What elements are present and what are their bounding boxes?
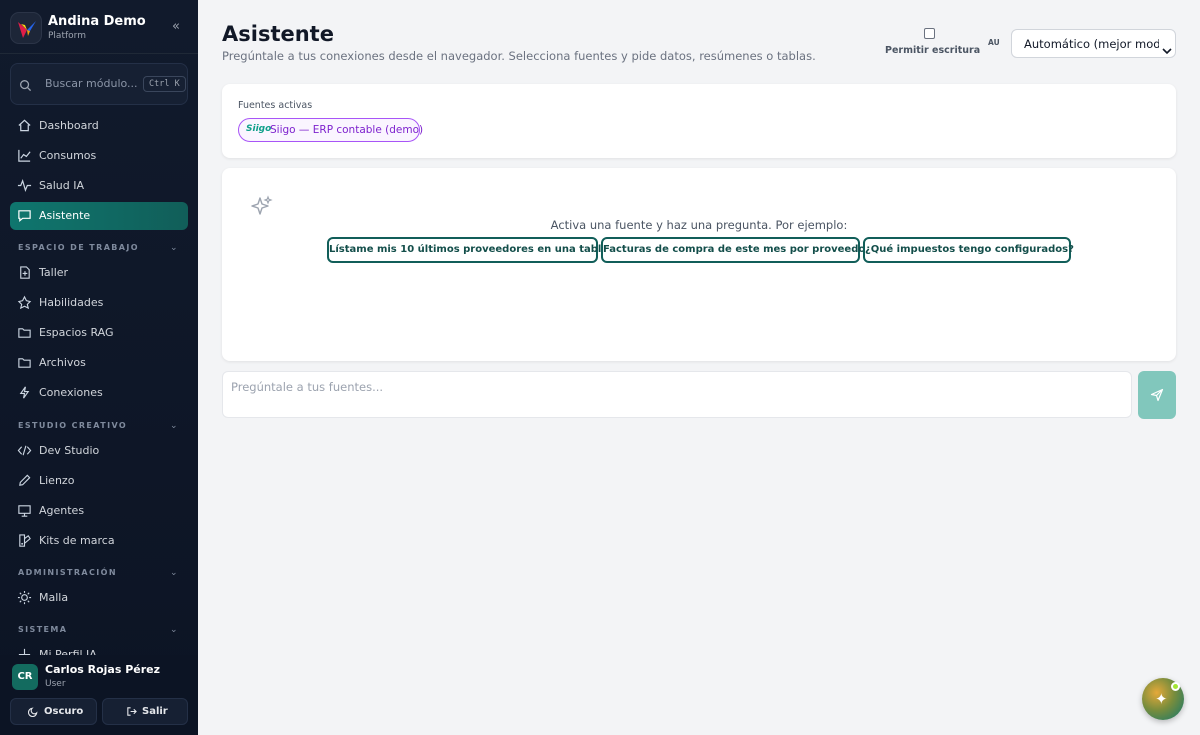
- section-title-administracion: ADMINISTRACIÓN: [18, 568, 117, 577]
- chevron-down-icon[interactable]: ⌄: [170, 625, 178, 635]
- folder-icon: [17, 325, 33, 341]
- sidebar-item-dashboard[interactable]: Dashboard: [10, 112, 188, 140]
- sidebar-item-agentes[interactable]: Agentes: [10, 497, 188, 525]
- sidebar-item-habilidades[interactable]: Habilidades: [10, 289, 188, 317]
- send-button[interactable]: [1138, 371, 1176, 419]
- active-sources-card: Fuentes activas Siigo Siigo — ERP contab…: [222, 84, 1176, 158]
- sidebar-item-label: Conexiones: [39, 386, 103, 399]
- sidebar-item-label: Dashboard: [39, 119, 99, 132]
- chat-area: Activa una fuente y haz una pregunta. Po…: [222, 168, 1176, 361]
- chevron-down-icon[interactable]: ⌄: [170, 243, 178, 253]
- brand-kit-icon: [17, 533, 33, 549]
- sparkle-icon: ✦: [1155, 690, 1168, 708]
- search-icon: [19, 77, 32, 96]
- user-role: User: [45, 679, 66, 689]
- model-select[interactable]: Automático (mejor modelo): [1011, 29, 1176, 58]
- ai-assistant-fab[interactable]: ✦: [1142, 678, 1184, 720]
- search-placeholder: Buscar módulo...: [45, 77, 138, 90]
- chevron-down-icon: [1162, 40, 1172, 57]
- sidebar-item-label: Dev Studio: [39, 444, 100, 457]
- collapse-sidebar-icon[interactable]: «: [168, 19, 184, 35]
- page-title: Asistente: [222, 22, 334, 46]
- module-search[interactable]: Buscar módulo... Ctrl K: [10, 63, 188, 105]
- model-select-value: Automático (mejor modelo): [1024, 37, 1159, 51]
- au-label: AU: [988, 38, 1000, 47]
- sidebar: Andina Demo Platform « Buscar módulo... …: [0, 0, 198, 735]
- chevron-down-icon[interactable]: ⌄: [170, 421, 178, 431]
- dark-mode-button[interactable]: Oscuro: [10, 698, 97, 725]
- sidebar-item-label: Espacios RAG: [39, 326, 114, 339]
- chat-icon: [17, 208, 33, 224]
- empty-state-prompt: Activa una fuente y haz una pregunta. Po…: [550, 218, 848, 232]
- sidebar-item-asistente[interactable]: Asistente: [10, 202, 188, 230]
- user-panel: CR Carlos Rojas Pérez User Oscuro Salir: [0, 655, 198, 735]
- allow-write-checkbox[interactable]: [924, 28, 935, 39]
- pencil-icon: [17, 473, 33, 489]
- chart-line-icon: [17, 148, 33, 164]
- sidebar-item-consumos[interactable]: Consumos: [10, 142, 188, 170]
- search-shortcut: Ctrl K: [143, 76, 186, 92]
- sidebar-item-label: Archivos: [39, 356, 86, 369]
- sidebar-item-archivos[interactable]: Archivos: [10, 349, 188, 377]
- logout-button[interactable]: Salir: [102, 698, 188, 725]
- folder-icon: [17, 355, 33, 371]
- message-input[interactable]: [223, 372, 1131, 402]
- puzzle-icon: [17, 295, 33, 311]
- online-status-dot: [1171, 682, 1180, 691]
- sidebar-item-taller[interactable]: Taller: [10, 259, 188, 287]
- moon-icon: [28, 706, 39, 720]
- sidebar-item-dev-studio[interactable]: Dev Studio: [10, 437, 188, 465]
- siigo-logo: Siigo: [246, 124, 272, 134]
- code-icon: [17, 443, 33, 459]
- brand-title: Andina Demo: [48, 14, 146, 29]
- sidebar-item-salud-ia[interactable]: Salud IA: [10, 172, 188, 200]
- pulse-icon: [17, 178, 33, 194]
- sidebar-item-label: Salud IA: [39, 179, 84, 192]
- source-chip-siigo[interactable]: Siigo Siigo — ERP contable (demo): [238, 118, 424, 142]
- active-sources-title: Fuentes activas: [238, 100, 313, 111]
- dark-mode-label: Oscuro: [44, 706, 84, 717]
- sidebar-item-malla[interactable]: Malla: [10, 584, 188, 612]
- sidebar-item-label: Kits de marca: [39, 534, 115, 547]
- sidebar-divider: [0, 53, 198, 54]
- user-name: Carlos Rojas Pérez: [45, 663, 161, 676]
- sidebar-item-label: Asistente: [39, 209, 91, 222]
- sidebar-item-kits-de-marca[interactable]: Kits de marca: [10, 527, 188, 555]
- sidebar-item-conexiones[interactable]: Conexiones: [10, 379, 188, 407]
- page-subtitle: Pregúntale a tus conexiones desde el nav…: [222, 49, 816, 63]
- brand-subtitle: Platform: [48, 31, 86, 41]
- home-icon: [17, 118, 33, 134]
- sun-icon: [17, 590, 33, 606]
- allow-write-label: Permitir escritura: [885, 45, 981, 56]
- bird-logo-icon: [10, 12, 42, 44]
- plug-icon: [17, 385, 33, 401]
- section-title-espacio-de-trabajo: ESPACIO DE TRABAJO: [18, 243, 139, 252]
- logout-label: Salir: [142, 706, 168, 717]
- message-composer[interactable]: [222, 371, 1132, 418]
- section-title-sistema: SISTEMA: [18, 625, 68, 634]
- sidebar-item-label: Lienzo: [39, 474, 75, 487]
- avatar[interactable]: CR: [12, 664, 38, 690]
- sidebar-item-lienzo[interactable]: Lienzo: [10, 467, 188, 495]
- suggestion-button[interactable]: Lístame mis 10 últimos proveedores en un…: [327, 237, 608, 263]
- sidebar-item-label: Taller: [39, 266, 69, 279]
- document-icon: [17, 265, 33, 281]
- source-chip-label: Siigo — ERP contable (demo): [270, 124, 424, 136]
- suggestion-button[interactable]: ¿Qué impuestos tengo configurados?: [863, 237, 1074, 263]
- monitor-icon: [17, 503, 33, 519]
- brand[interactable]: Andina Demo Platform: [10, 12, 188, 46]
- logout-icon: [126, 706, 137, 720]
- sidebar-item-label: Malla: [39, 591, 69, 604]
- sidebar-item-label: Consumos: [39, 149, 97, 162]
- chevron-down-icon[interactable]: ⌄: [170, 568, 178, 578]
- section-title-estudio-creativo: ESTUDIO CREATIVO: [18, 421, 128, 430]
- sidebar-item-label: Habilidades: [39, 296, 104, 309]
- sidebar-item-espacios-rag[interactable]: Espacios RAG: [10, 319, 188, 347]
- suggestion-button[interactable]: Facturas de compra de este mes por prove…: [601, 237, 870, 263]
- sidebar-item-label: Agentes: [39, 504, 85, 517]
